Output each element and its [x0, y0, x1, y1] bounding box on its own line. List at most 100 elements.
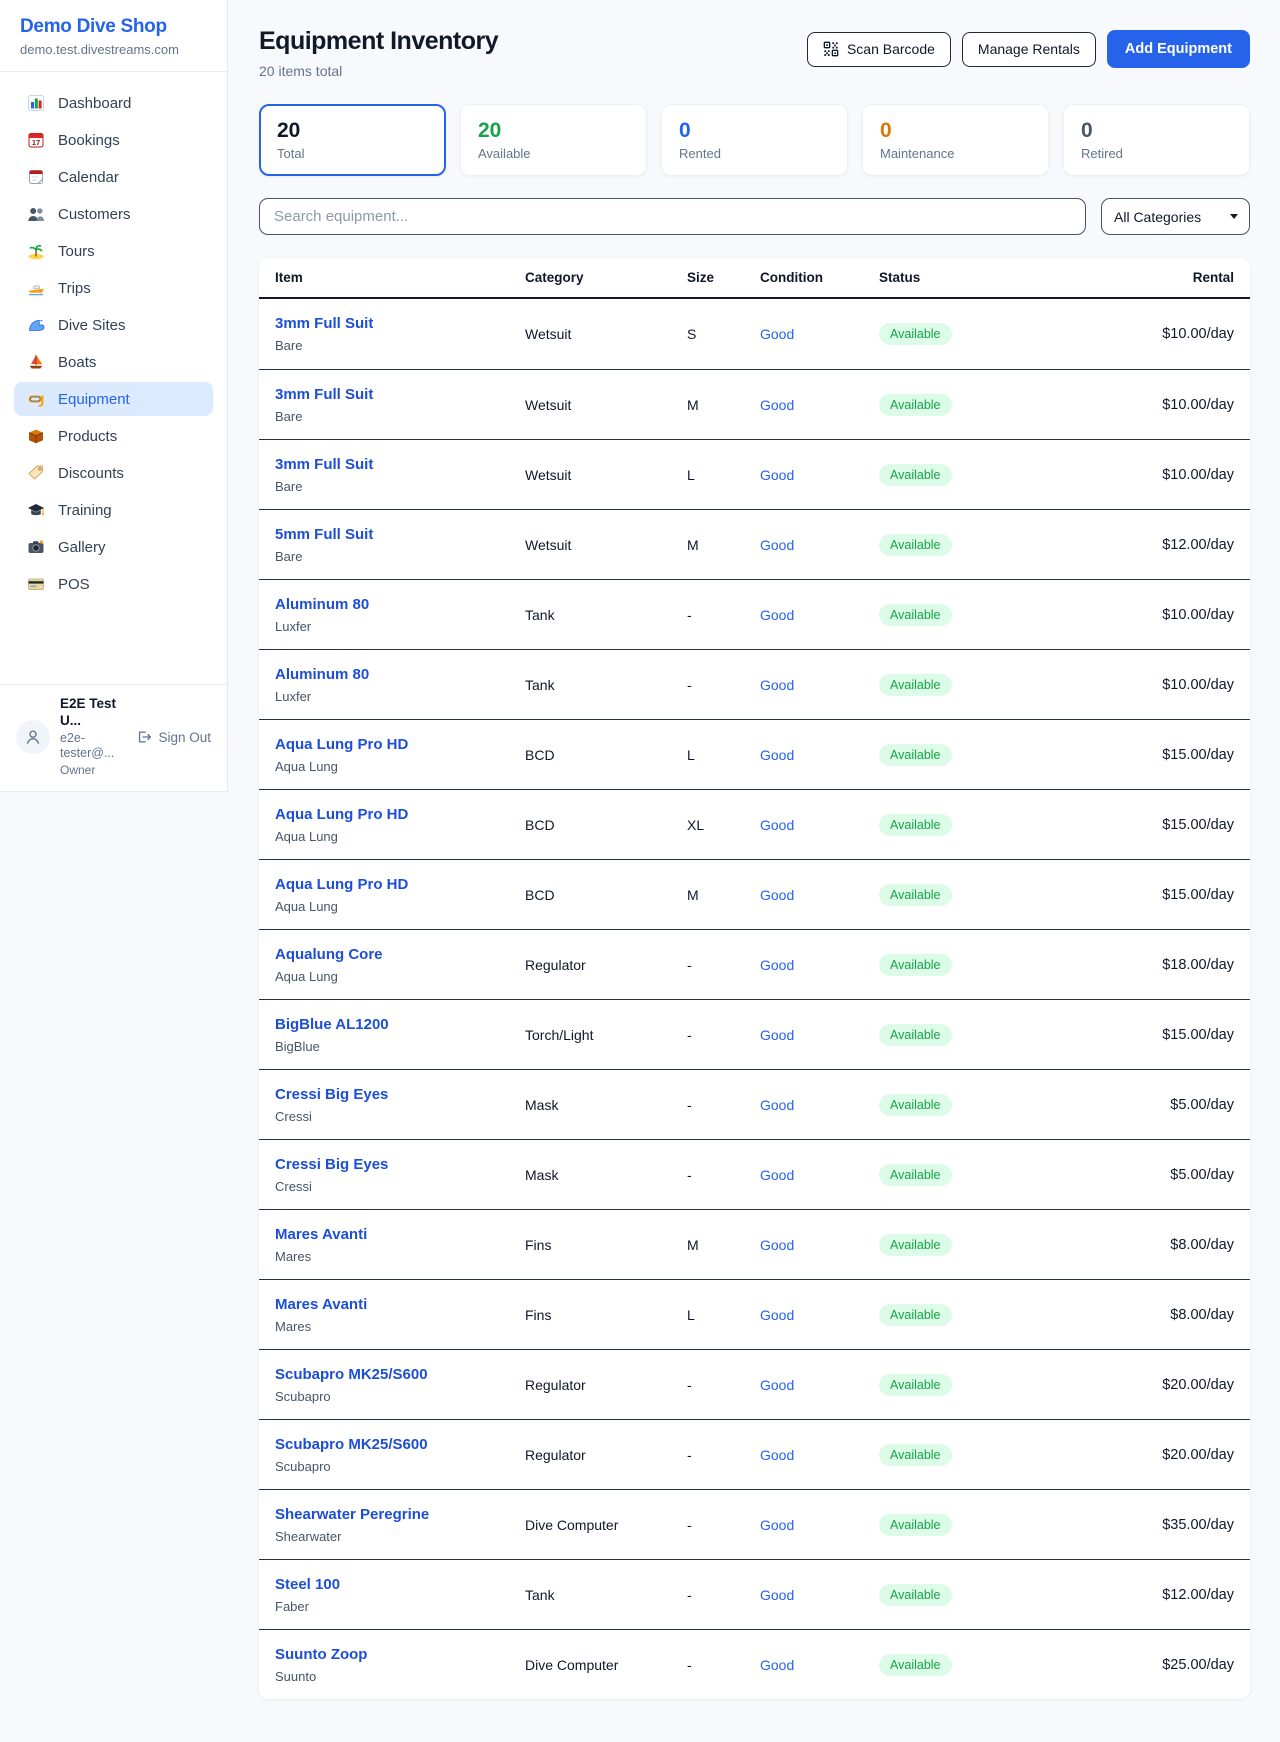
item-name-link[interactable]: Aluminum 80	[275, 666, 525, 685]
speedboat-icon	[27, 279, 45, 297]
stats-row: 20 Total 20 Available 0 Rented 0 Mainten…	[259, 104, 1250, 176]
sign-out-button[interactable]: Sign Out	[136, 729, 211, 745]
condition-link[interactable]: Good	[760, 957, 879, 973]
stat-label: Maintenance	[880, 146, 1031, 161]
condition-link[interactable]: Good	[760, 1517, 879, 1533]
item-name-link[interactable]: Aqua Lung Pro HD	[275, 876, 525, 895]
items-total-text: 20 items total	[259, 63, 498, 79]
condition-link[interactable]: Good	[760, 397, 879, 413]
user-meta: E2E Test U... e2e-tester@... Owner	[60, 696, 126, 778]
size-cell: -	[687, 957, 760, 973]
sidebar-item-gallery[interactable]: Gallery	[14, 530, 213, 564]
scan-barcode-button[interactable]: Scan Barcode	[807, 32, 951, 67]
status-cell: Available	[879, 1444, 1029, 1466]
condition-link[interactable]: Good	[760, 326, 879, 342]
condition-link[interactable]: Good	[760, 747, 879, 763]
sidebar-item-training[interactable]: Training	[14, 493, 213, 527]
sidebar-item-products[interactable]: Products	[14, 419, 213, 453]
sidebar-item-bookings[interactable]: 17 Bookings	[14, 123, 213, 157]
condition-link[interactable]: Good	[760, 1027, 879, 1043]
stat-card-retired[interactable]: 0 Retired	[1063, 104, 1250, 176]
sidebar-item-pos[interactable]: POS	[14, 567, 213, 601]
item-name-link[interactable]: Scubapro MK25/S600	[275, 1366, 525, 1385]
item-cell: Aluminum 80 Luxfer	[275, 596, 525, 634]
condition-link[interactable]: Good	[760, 1167, 879, 1183]
sidebar-item-divesites[interactable]: Dive Sites	[14, 308, 213, 342]
item-name-link[interactable]: Aqua Lung Pro HD	[275, 806, 525, 825]
stat-label: Rented	[679, 146, 830, 161]
sidebar-nav: Dashboard 17 Bookings Calendar Customers…	[0, 72, 227, 684]
item-name-link[interactable]: 3mm Full Suit	[275, 315, 525, 334]
item-brand: Bare	[275, 549, 525, 564]
stat-card-total[interactable]: 20 Total	[259, 104, 446, 176]
item-name-link[interactable]: Scubapro MK25/S600	[275, 1436, 525, 1455]
item-name-link[interactable]: 3mm Full Suit	[275, 456, 525, 475]
sidebar-item-dashboard[interactable]: Dashboard	[14, 86, 213, 120]
condition-link[interactable]: Good	[760, 1587, 879, 1603]
condition-link[interactable]: Good	[760, 1237, 879, 1253]
condition-link[interactable]: Good	[760, 887, 879, 903]
sidebar-item-equipment[interactable]: Equipment	[14, 382, 213, 416]
status-badge: Available	[879, 464, 952, 486]
sidebar-item-calendar[interactable]: Calendar	[14, 160, 213, 194]
stat-card-rented[interactable]: 0 Rented	[661, 104, 848, 176]
condition-link[interactable]: Good	[760, 607, 879, 623]
condition-link[interactable]: Good	[760, 1447, 879, 1463]
item-brand: Scubapro	[275, 1389, 525, 1404]
condition-link[interactable]: Good	[760, 1377, 879, 1393]
stat-card-available[interactable]: 20 Available	[460, 104, 647, 176]
size-cell: -	[687, 1377, 760, 1393]
category-cell: Tank	[525, 677, 687, 693]
rental-price: $5.00/day	[1029, 1097, 1234, 1113]
sidebar-item-boats[interactable]: Boats	[14, 345, 213, 379]
table-row: Aqualung Core Aqua Lung Regulator - Good…	[259, 929, 1250, 999]
condition-link[interactable]: Good	[760, 817, 879, 833]
item-name-link[interactable]: Mares Avanti	[275, 1296, 525, 1315]
condition-link[interactable]: Good	[760, 1097, 879, 1113]
search-input[interactable]	[259, 198, 1086, 235]
table-row: BigBlue AL1200 BigBlue Torch/Light - Goo…	[259, 999, 1250, 1069]
condition-link[interactable]: Good	[760, 1307, 879, 1323]
item-brand: Faber	[275, 1599, 525, 1614]
status-cell: Available	[879, 1514, 1029, 1536]
item-name-link[interactable]: Steel 100	[275, 1576, 525, 1595]
status-badge: Available	[879, 1584, 952, 1606]
rental-price: $10.00/day	[1029, 326, 1234, 342]
item-name-link[interactable]: Cressi Big Eyes	[275, 1086, 525, 1105]
sidebar-item-tours[interactable]: Tours	[14, 234, 213, 268]
item-name-link[interactable]: Aluminum 80	[275, 596, 525, 615]
stat-card-maintenance[interactable]: 0 Maintenance	[862, 104, 1049, 176]
item-cell: Cressi Big Eyes Cressi	[275, 1086, 525, 1124]
rental-price: $15.00/day	[1029, 1027, 1234, 1043]
item-name-link[interactable]: Suunto Zoop	[275, 1646, 525, 1665]
item-name-link[interactable]: BigBlue AL1200	[275, 1016, 525, 1035]
sidebar-item-discounts[interactable]: Discounts	[14, 456, 213, 490]
item-name-link[interactable]: Mares Avanti	[275, 1226, 525, 1245]
size-cell: -	[687, 1097, 760, 1113]
condition-link[interactable]: Good	[760, 677, 879, 693]
status-badge: Available	[879, 1024, 952, 1046]
add-equipment-button[interactable]: Add Equipment	[1107, 30, 1250, 68]
item-cell: Aqua Lung Pro HD Aqua Lung	[275, 806, 525, 844]
condition-link[interactable]: Good	[760, 467, 879, 483]
category-filter-select[interactable]: All Categories	[1101, 198, 1250, 235]
item-brand: Aqua Lung	[275, 969, 525, 984]
status-cell: Available	[879, 604, 1029, 626]
filter-bar: All Categories	[259, 198, 1250, 235]
status-badge: Available	[879, 323, 952, 345]
category-cell: Mask	[525, 1167, 687, 1183]
sidebar-item-trips[interactable]: Trips	[14, 271, 213, 305]
item-name-link[interactable]: 3mm Full Suit	[275, 386, 525, 405]
condition-link[interactable]: Good	[760, 537, 879, 553]
sidebar-item-label: Trips	[58, 280, 91, 297]
condition-link[interactable]: Good	[760, 1657, 879, 1673]
sidebar-item-customers[interactable]: Customers	[14, 197, 213, 231]
manage-rentals-button[interactable]: Manage Rentals	[962, 32, 1096, 67]
item-name-link[interactable]: Aqualung Core	[275, 946, 525, 965]
item-name-link[interactable]: Shearwater Peregrine	[275, 1506, 525, 1525]
item-name-link[interactable]: Aqua Lung Pro HD	[275, 736, 525, 755]
rental-price: $12.00/day	[1029, 537, 1234, 553]
column-header-category: Category	[525, 270, 687, 285]
item-name-link[interactable]: Cressi Big Eyes	[275, 1156, 525, 1175]
item-name-link[interactable]: 5mm Full Suit	[275, 526, 525, 545]
